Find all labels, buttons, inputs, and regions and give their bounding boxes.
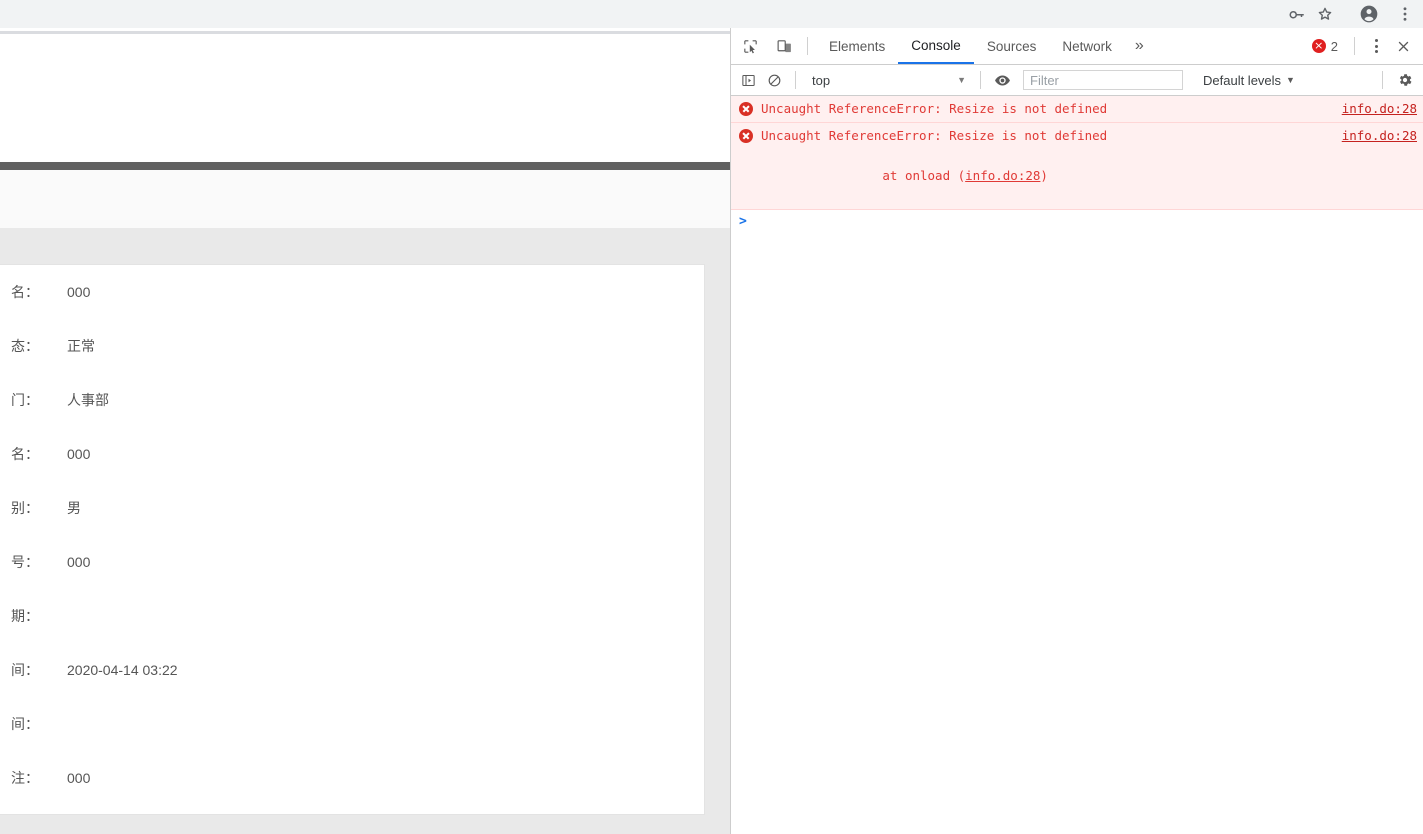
- info-label: 别：: [11, 500, 39, 516]
- kebab-dot: [1374, 39, 1378, 42]
- devtools-tab-list: Elements Console Sources Network: [816, 28, 1125, 64]
- close-devtools-icon[interactable]: [1389, 32, 1417, 60]
- info-row: 期：: [0, 589, 704, 643]
- error-count-value: 2: [1330, 38, 1338, 54]
- info-label: 门：: [11, 392, 39, 408]
- filterbar-divider: [795, 71, 796, 89]
- info-label: 名：: [11, 446, 39, 462]
- info-value: 2020-04-14 03:22: [67, 662, 178, 678]
- info-row: 号： 000: [0, 535, 704, 589]
- info-row: 间：: [0, 697, 704, 751]
- devtools-tabbar-actions: × 2: [1311, 32, 1423, 60]
- device-toolbar-icon[interactable]: [769, 32, 799, 60]
- stack-frame-suffix: ): [1040, 168, 1048, 183]
- info-row: 态： 正常: [0, 319, 704, 373]
- filterbar-divider: [980, 71, 981, 89]
- info-value: [47, 697, 704, 751]
- kebab-dot: [1374, 44, 1378, 48]
- info-value: [47, 589, 704, 643]
- devtools-panel: Elements Console Sources Network » × 2 t…: [730, 28, 1423, 834]
- devtools-menu-icon[interactable]: [1363, 33, 1389, 59]
- stack-frame-prefix: at onload (: [852, 168, 966, 183]
- tab-sources[interactable]: Sources: [974, 28, 1050, 64]
- console-log-levels-selector[interactable]: Default levels ▼: [1203, 73, 1295, 88]
- info-label: 名：: [11, 284, 39, 300]
- devtools-tabbar: Elements Console Sources Network » × 2: [731, 28, 1423, 65]
- console-filter-toolbar: top ▼ Default levels ▼: [731, 65, 1423, 96]
- console-sidebar-icon[interactable]: [735, 67, 761, 93]
- live-expression-icon[interactable]: [989, 67, 1015, 93]
- console-message-list: Uncaught ReferenceError: Resize is not d…: [731, 96, 1423, 834]
- info-row: 名： 000: [0, 265, 704, 319]
- info-label: 间：: [11, 716, 39, 732]
- error-badge-icon: ×: [1311, 39, 1326, 53]
- screen: 名： 000 态： 正常 门： 人事部 名： 000 别： 男 号： 000 期…: [0, 0, 1423, 834]
- prompt-chevron-icon: >: [739, 214, 747, 229]
- chrome-menu-icon[interactable]: [1391, 1, 1419, 27]
- console-context-value: top: [812, 72, 831, 88]
- log-levels-label: Default levels: [1203, 72, 1282, 88]
- console-source-link[interactable]: info.do:28: [1342, 126, 1417, 146]
- info-value: 000: [67, 284, 91, 300]
- error-icon: [739, 129, 753, 143]
- console-context-selector[interactable]: top ▼: [804, 69, 972, 91]
- info-label: 注：: [11, 770, 39, 786]
- kebab-dot: [1374, 50, 1378, 53]
- employee-info-card: 名： 000 态： 正常 门： 人事部 名： 000 别： 男 号： 000 期…: [0, 264, 705, 815]
- console-error-row[interactable]: Uncaught ReferenceError: Resize is not d…: [731, 123, 1423, 210]
- info-value: 000: [67, 770, 91, 786]
- info-row: 门： 人事部: [0, 373, 704, 427]
- profile-avatar-icon[interactable]: [1355, 1, 1383, 27]
- info-label: 期：: [11, 608, 39, 624]
- tabbar-divider: [807, 37, 808, 55]
- console-prompt[interactable]: >: [731, 210, 1423, 240]
- chevron-down-icon: ▼: [957, 75, 966, 85]
- tab-elements[interactable]: Elements: [816, 28, 898, 64]
- info-row: 注： 000: [0, 751, 704, 805]
- chevron-down-icon: ▼: [1286, 75, 1295, 85]
- bookmark-star-icon[interactable]: [1311, 1, 1339, 27]
- omnibox-action-pill: [1281, 1, 1341, 27]
- info-row: 别： 男: [0, 481, 704, 535]
- info-value: 男: [67, 500, 81, 516]
- omnibox-actions: [1281, 0, 1419, 28]
- page-header-area: [0, 34, 730, 162]
- filterbar-divider: [1382, 71, 1383, 89]
- info-label: 间：: [11, 662, 39, 678]
- info-table-body: 名： 000 态： 正常 门： 人事部 名： 000 别： 男 号： 000 期…: [0, 265, 704, 805]
- clear-console-icon[interactable]: [761, 67, 787, 93]
- console-message-text: Uncaught ReferenceError: Resize is not d…: [761, 101, 1108, 116]
- info-value: 000: [67, 554, 91, 570]
- actions-divider: [1354, 37, 1355, 55]
- inspect-element-icon[interactable]: [735, 32, 765, 60]
- console-error-row[interactable]: Uncaught ReferenceError: Resize is not d…: [731, 96, 1423, 123]
- info-label: 态：: [11, 338, 39, 354]
- password-key-icon[interactable]: [1283, 1, 1311, 27]
- error-icon: [739, 102, 753, 116]
- console-message-text: Uncaught ReferenceError: Resize is not d…: [761, 128, 1108, 143]
- browser-toolbar: [0, 0, 1423, 28]
- tab-console[interactable]: Console: [898, 28, 974, 64]
- more-tabs-icon[interactable]: »: [1125, 28, 1154, 64]
- settings-gear-icon[interactable]: [1391, 67, 1419, 93]
- console-stack-frame: at onload (info.do:28): [739, 146, 1417, 206]
- console-source-link[interactable]: info.do:28: [1342, 99, 1417, 119]
- info-row: 名： 000: [0, 427, 704, 481]
- page-dark-navbar: [0, 162, 730, 170]
- info-row: 间： 2020-04-14 03:22: [0, 643, 704, 697]
- console-filter-input[interactable]: [1023, 70, 1183, 90]
- page-viewport: 名： 000 态： 正常 门： 人事部 名： 000 别： 男 号： 000 期…: [0, 28, 730, 834]
- page-subheader-bar: [0, 170, 730, 229]
- info-value: 人事部: [67, 392, 109, 408]
- info-value: 正常: [67, 338, 95, 354]
- employee-info-table: 名： 000 态： 正常 门： 人事部 名： 000 别： 男 号： 000 期…: [0, 265, 704, 805]
- stack-frame-link[interactable]: info.do:28: [965, 168, 1040, 183]
- info-value: 000: [67, 446, 91, 462]
- tab-network[interactable]: Network: [1049, 28, 1125, 64]
- page-content-area: 名： 000 态： 正常 门： 人事部 名： 000 别： 男 号： 000 期…: [0, 228, 730, 834]
- error-count-badge[interactable]: × 2: [1311, 38, 1338, 54]
- info-label: 号：: [11, 554, 39, 570]
